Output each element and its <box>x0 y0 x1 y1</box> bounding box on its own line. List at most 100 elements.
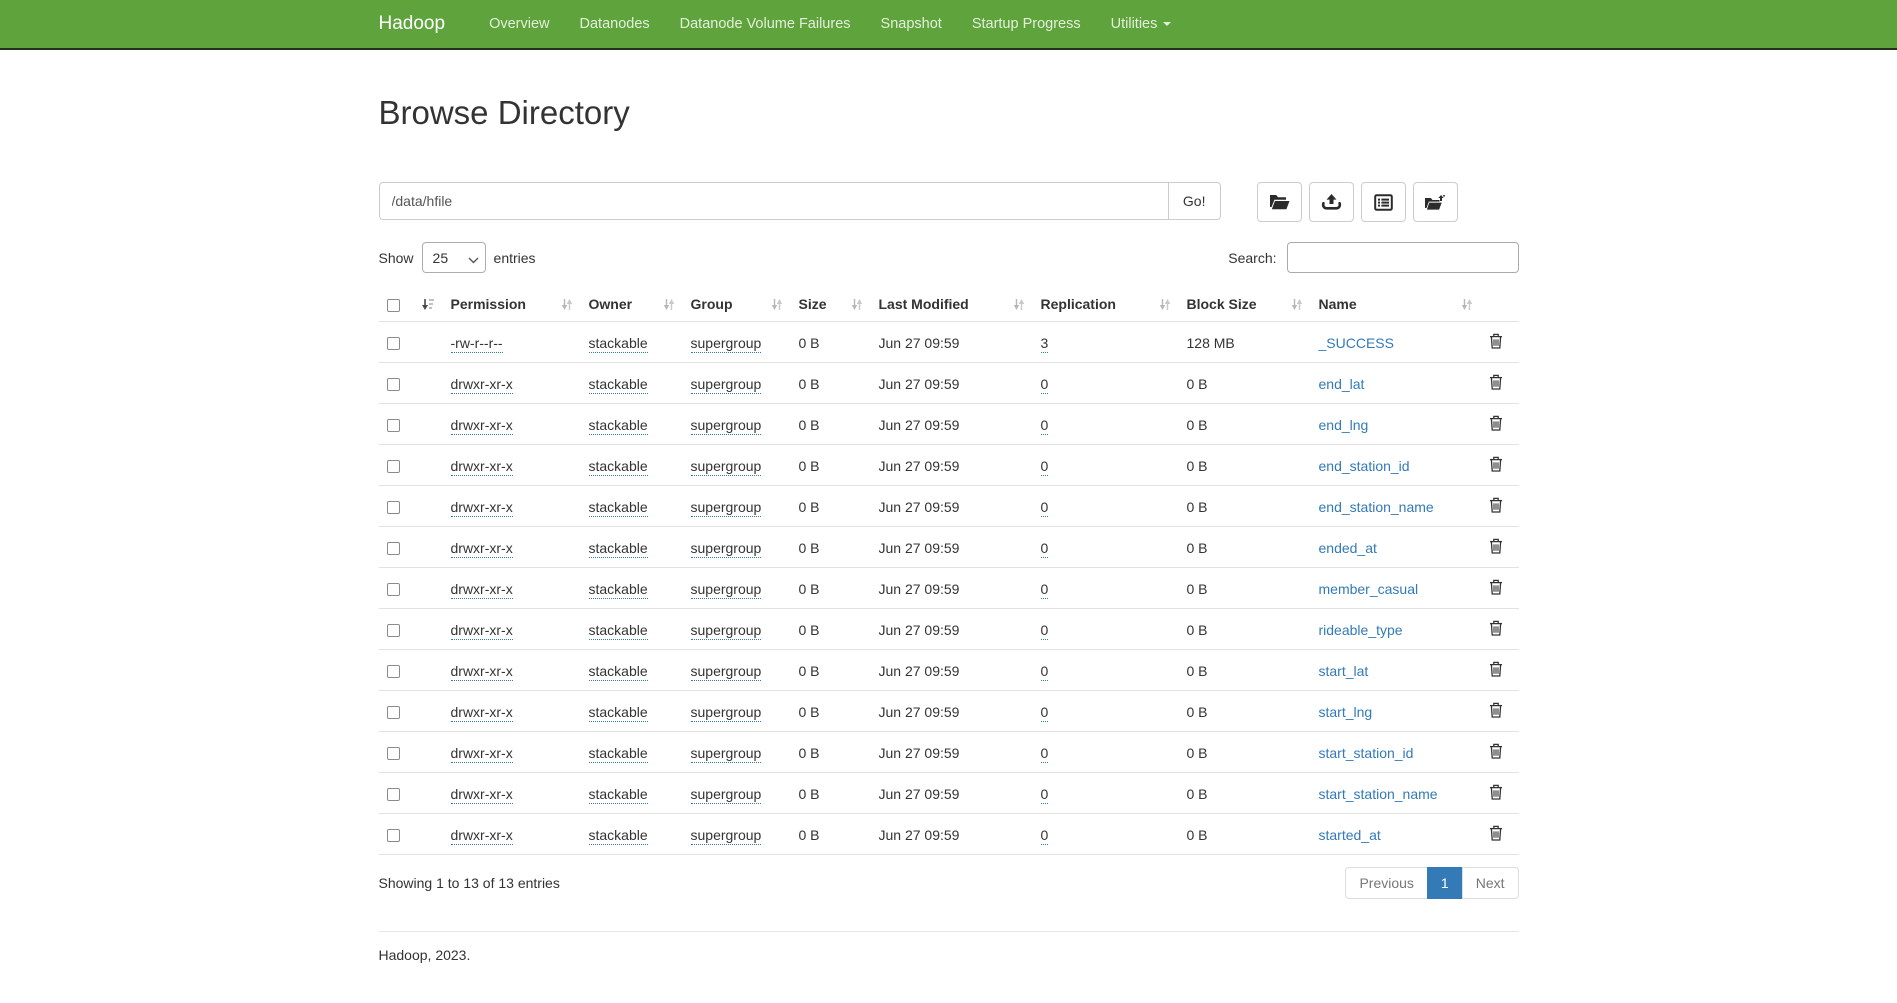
replication-value[interactable]: 0 <box>1041 458 1049 476</box>
select-all-checkbox[interactable] <box>387 299 400 312</box>
replication-value[interactable]: 0 <box>1041 499 1049 517</box>
owner-value[interactable]: stackable <box>589 827 648 845</box>
delete-button[interactable] <box>1489 333 1503 349</box>
owner-value[interactable]: stackable <box>589 335 648 353</box>
row-checkbox[interactable] <box>387 583 400 596</box>
delete-button[interactable] <box>1489 784 1503 800</box>
owner-value[interactable]: stackable <box>589 663 648 681</box>
file-name-link[interactable]: start_station_id <box>1319 745 1414 761</box>
owner-value[interactable]: stackable <box>589 704 648 722</box>
nav-item-datanode-volume-failures[interactable]: Datanode Volume Failures <box>665 16 866 32</box>
permission-value[interactable]: drwxr-xr-x <box>451 540 513 558</box>
row-checkbox[interactable] <box>387 378 400 391</box>
replication-value[interactable]: 0 <box>1041 417 1049 435</box>
permission-value[interactable]: drwxr-xr-x <box>451 499 513 517</box>
permission-value[interactable]: drwxr-xr-x <box>451 827 513 845</box>
delete-button[interactable] <box>1489 374 1503 390</box>
directory-path-input[interactable] <box>379 182 1169 220</box>
group-value[interactable]: supergroup <box>691 376 762 394</box>
replication-value[interactable]: 0 <box>1041 376 1049 394</box>
nav-item-startup-progress[interactable]: Startup Progress <box>957 16 1096 32</box>
permission-value[interactable]: drwxr-xr-x <box>451 458 513 476</box>
group-value[interactable]: supergroup <box>691 704 762 722</box>
previous-page-button[interactable]: Previous <box>1345 867 1427 899</box>
row-checkbox[interactable] <box>387 788 400 801</box>
owner-value[interactable]: stackable <box>589 458 648 476</box>
owner-value[interactable]: stackable <box>589 786 648 804</box>
column-header-last-modified[interactable]: Last Modified <box>871 289 1033 322</box>
list-alt-button[interactable] <box>1361 182 1406 222</box>
nav-item-utilities-dropdown[interactable]: Utilities <box>1096 16 1187 32</box>
nav-item-overview[interactable]: Overview <box>474 16 564 32</box>
go-button[interactable]: Go! <box>1169 182 1221 220</box>
file-name-link[interactable]: started_at <box>1319 827 1381 843</box>
group-value[interactable]: supergroup <box>691 745 762 763</box>
delete-button[interactable] <box>1489 620 1503 636</box>
group-value[interactable]: supergroup <box>691 622 762 640</box>
permission-value[interactable]: drwxr-xr-x <box>451 417 513 435</box>
column-header-replication[interactable]: Replication <box>1033 289 1179 322</box>
group-value[interactable]: supergroup <box>691 499 762 517</box>
delete-button[interactable] <box>1489 743 1503 759</box>
file-name-link[interactable]: end_lng <box>1319 417 1369 433</box>
column-header-owner[interactable]: Owner <box>581 289 683 322</box>
next-page-button[interactable]: Next <box>1462 867 1519 899</box>
replication-value[interactable]: 0 <box>1041 745 1049 763</box>
file-name-link[interactable]: start_lng <box>1319 704 1373 720</box>
owner-value[interactable]: stackable <box>589 417 648 435</box>
permission-value[interactable]: drwxr-xr-x <box>451 663 513 681</box>
column-header-name[interactable]: Name <box>1311 289 1481 322</box>
file-name-link[interactable]: member_casual <box>1319 581 1419 597</box>
replication-value[interactable]: 0 <box>1041 622 1049 640</box>
group-value[interactable]: supergroup <box>691 458 762 476</box>
file-name-link[interactable]: ended_at <box>1319 540 1377 556</box>
permission-value[interactable]: drwxr-xr-x <box>451 745 513 763</box>
navbar-brand[interactable]: Hadoop <box>379 13 461 35</box>
owner-value[interactable]: stackable <box>589 581 648 599</box>
permission-value[interactable]: drwxr-xr-x <box>451 622 513 640</box>
group-value[interactable]: supergroup <box>691 540 762 558</box>
file-name-link[interactable]: _SUCCESS <box>1319 335 1394 351</box>
folder-open-button[interactable] <box>1257 182 1302 222</box>
file-name-link[interactable]: end_station_id <box>1319 458 1410 474</box>
owner-value[interactable]: stackable <box>589 376 648 394</box>
file-name-link[interactable]: start_lat <box>1319 663 1369 679</box>
owner-value[interactable]: stackable <box>589 499 648 517</box>
permission-value[interactable]: -rw-r--r-- <box>451 335 503 353</box>
replication-value[interactable]: 0 <box>1041 663 1049 681</box>
file-name-link[interactable]: rideable_type <box>1319 622 1403 638</box>
folder-transfer-button[interactable] <box>1413 182 1458 222</box>
group-value[interactable]: supergroup <box>691 827 762 845</box>
replication-value[interactable]: 0 <box>1041 827 1049 845</box>
page-1-button[interactable]: 1 <box>1427 867 1463 899</box>
replication-value[interactable]: 0 <box>1041 581 1049 599</box>
delete-button[interactable] <box>1489 497 1503 513</box>
permission-value[interactable]: drwxr-xr-x <box>451 786 513 804</box>
file-name-link[interactable]: end_lat <box>1319 376 1365 392</box>
delete-button[interactable] <box>1489 702 1503 718</box>
nav-item-datanodes[interactable]: Datanodes <box>565 16 665 32</box>
file-name-link[interactable]: start_station_name <box>1319 786 1438 802</box>
upload-button[interactable] <box>1309 182 1354 222</box>
delete-button[interactable] <box>1489 661 1503 677</box>
row-checkbox[interactable] <box>387 542 400 555</box>
column-header-group[interactable]: Group <box>683 289 791 322</box>
owner-value[interactable]: stackable <box>589 622 648 640</box>
group-value[interactable]: supergroup <box>691 417 762 435</box>
replication-value[interactable]: 0 <box>1041 540 1049 558</box>
permission-value[interactable]: drwxr-xr-x <box>451 581 513 599</box>
delete-button[interactable] <box>1489 456 1503 472</box>
row-checkbox[interactable] <box>387 665 400 678</box>
group-value[interactable]: supergroup <box>691 581 762 599</box>
page-size-select[interactable]: 25 <box>422 242 486 273</box>
permission-value[interactable]: drwxr-xr-x <box>451 376 513 394</box>
row-checkbox[interactable] <box>387 460 400 473</box>
owner-value[interactable]: stackable <box>589 540 648 558</box>
column-header-block-size[interactable]: Block Size <box>1179 289 1311 322</box>
column-header-size[interactable]: Size <box>791 289 871 322</box>
owner-value[interactable]: stackable <box>589 745 648 763</box>
column-header-permission[interactable]: Permission <box>443 289 581 322</box>
file-name-link[interactable]: end_station_name <box>1319 499 1434 515</box>
replication-value[interactable]: 3 <box>1041 335 1049 353</box>
row-checkbox[interactable] <box>387 747 400 760</box>
